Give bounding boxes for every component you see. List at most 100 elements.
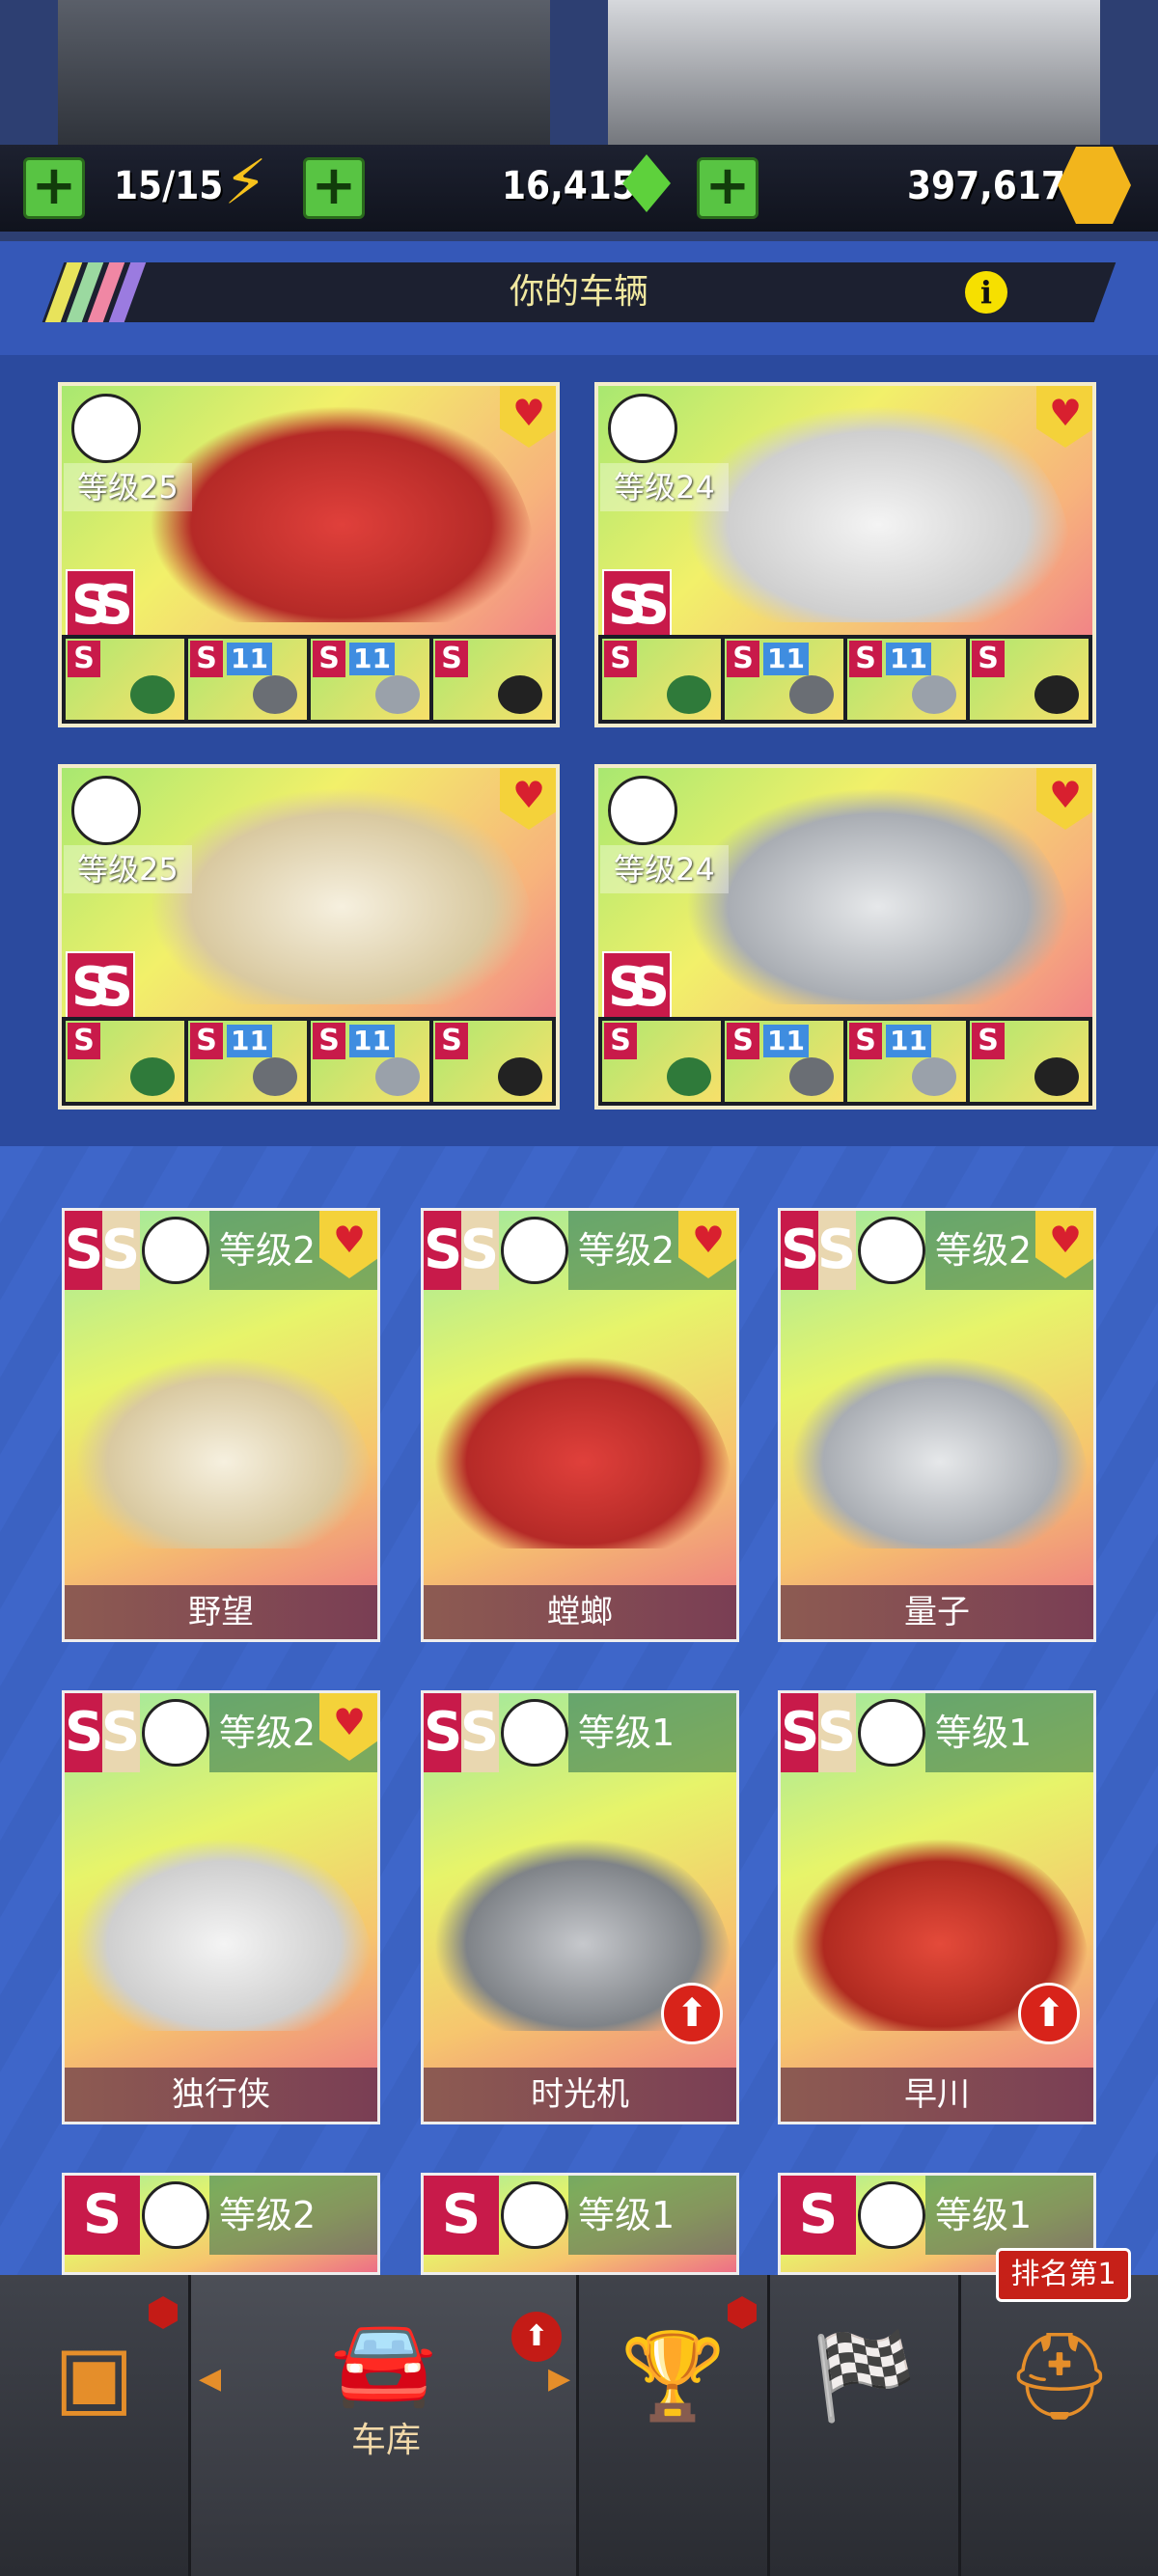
- car-image: [433, 1356, 732, 1548]
- car-level: 等级25: [64, 463, 192, 511]
- upgrade-available-icon[interactable]: ⬆: [1018, 1983, 1080, 2044]
- part-level: 11: [227, 643, 272, 675]
- car-card[interactable]: SS 等级2 ♥ 量子: [778, 1208, 1096, 1642]
- heart-icon: ♥: [1048, 392, 1083, 434]
- part-tires[interactable]: S: [433, 639, 552, 720]
- featured-car-card[interactable]: 等级24 ♥ SS S S 11 S 11 S: [594, 764, 1096, 1110]
- part-turbo[interactable]: S: [66, 1021, 184, 1102]
- car-level: 等级25: [64, 845, 192, 893]
- garage-car-icon: 🚘: [330, 2312, 437, 2411]
- heart-icon: ♥: [332, 1701, 367, 1743]
- tier-badge: SS: [424, 1211, 499, 1290]
- add-energy-button[interactable]: +: [23, 157, 85, 219]
- part-engine[interactable]: S 11: [725, 1021, 843, 1102]
- tier-badge: SS: [66, 951, 135, 1021]
- car-card[interactable]: SS 等级2 ♥ 野望: [62, 1208, 380, 1642]
- suspension-icon: [375, 1057, 420, 1096]
- car-image: [74, 1838, 373, 2031]
- tier-badge: SS: [66, 569, 135, 639]
- car-card[interactable]: S 等级2: [62, 2173, 380, 2275]
- tier-badge: SS: [781, 1211, 856, 1290]
- horse-icon: [501, 2181, 568, 2249]
- favorite-badge[interactable]: ♥: [1036, 768, 1092, 830]
- nav-tab-profile[interactable]: ⛑: [961, 2275, 1158, 2576]
- coins-value: 397,617: [907, 164, 1065, 208]
- car-name: 野望: [65, 1585, 377, 1639]
- featured-car-card[interactable]: 等级25 ♥ SS S S 11 S 11 S: [58, 764, 560, 1110]
- part-engine[interactable]: S 11: [725, 639, 843, 720]
- nav-tab-race[interactable]: 🏁: [770, 2275, 961, 2576]
- part-tier: S: [313, 641, 345, 677]
- promo-image-car[interactable]: [608, 0, 1100, 159]
- heart-icon: ♥: [511, 392, 546, 434]
- info-icon[interactable]: i: [965, 271, 1007, 314]
- part-tier: S: [849, 641, 882, 677]
- nav-tab-shop[interactable]: ▣: [0, 2275, 191, 2576]
- tier-badge: SS: [65, 1211, 140, 1290]
- tier-badge: S: [424, 2176, 499, 2255]
- part-tier: S: [435, 1023, 468, 1059]
- part-suspension[interactable]: S 11: [847, 639, 966, 720]
- heart-icon: ♥: [332, 1219, 367, 1261]
- car-name: 量子: [781, 1585, 1093, 1639]
- car-card[interactable]: SS 等级1 ⬆ 时光机: [421, 1690, 739, 2124]
- car-card[interactable]: SS 等级1 ⬆ 早川: [778, 1690, 1096, 2124]
- heart-icon: ♥: [1048, 774, 1083, 816]
- car-card[interactable]: SS 等级2 ♥ 独行侠: [62, 1690, 380, 2124]
- tier-badge: SS: [65, 1693, 140, 1772]
- favorite-badge[interactable]: ♥: [1036, 386, 1092, 448]
- car-card[interactable]: S 等级1: [421, 2173, 739, 2275]
- part-level: 11: [227, 1025, 272, 1057]
- tire-icon: [498, 675, 542, 714]
- chevron-right-icon[interactable]: ▶: [548, 2362, 570, 2396]
- tier-badge: SS: [602, 569, 672, 639]
- favorite-badge[interactable]: ♥: [500, 768, 556, 830]
- part-tier: S: [604, 1023, 637, 1059]
- featured-car-card[interactable]: 等级25 ♥ SS S S 11 S 11 S: [58, 382, 560, 727]
- car-level: 等级1: [568, 2176, 736, 2255]
- car-image: [685, 405, 1071, 622]
- car-card[interactable]: SS 等级2 ♥ 螳螂: [421, 1208, 739, 1642]
- energy-value: 15/15: [114, 164, 224, 208]
- suspension-icon: [912, 1057, 956, 1096]
- nav-tab-label: 车库: [350, 2421, 421, 2460]
- part-turbo[interactable]: S: [602, 639, 721, 720]
- part-level: 11: [763, 1025, 809, 1057]
- part-engine[interactable]: S 11: [188, 639, 307, 720]
- add-coins-button[interactable]: +: [697, 157, 758, 219]
- parts-row: S S 11 S 11 S: [598, 635, 1092, 724]
- part-tires[interactable]: S: [433, 1021, 552, 1102]
- part-tier: S: [313, 1023, 345, 1059]
- part-suspension[interactable]: S 11: [311, 639, 429, 720]
- promo-image-parts[interactable]: [58, 0, 550, 159]
- car-image: [149, 787, 535, 1004]
- part-engine[interactable]: S 11: [188, 1021, 307, 1102]
- part-tier: S: [849, 1023, 882, 1059]
- crown-icon: [501, 1699, 568, 1767]
- part-turbo[interactable]: S: [602, 1021, 721, 1102]
- part-turbo[interactable]: S: [66, 639, 184, 720]
- suspension-icon: [912, 675, 956, 714]
- part-tires[interactable]: S: [970, 1021, 1089, 1102]
- favorite-badge[interactable]: ♥: [500, 386, 556, 448]
- turbo-icon: [130, 675, 175, 714]
- road-icon: [858, 1699, 925, 1767]
- turbo-icon: [667, 1057, 711, 1096]
- featured-car-card[interactable]: 等级24 ♥ SS S S 11 S 11 S: [594, 382, 1096, 727]
- nav-tab-events[interactable]: 🏆: [579, 2275, 770, 2576]
- car-image: [149, 405, 535, 622]
- part-suspension[interactable]: S 11: [311, 1021, 429, 1102]
- part-level: 11: [349, 1025, 395, 1057]
- part-suspension[interactable]: S 11: [847, 1021, 966, 1102]
- upgrade-available-icon[interactable]: ⬆: [661, 1983, 723, 2044]
- part-tier: S: [604, 641, 637, 677]
- part-level: 11: [349, 643, 395, 675]
- road-icon: [71, 394, 141, 463]
- add-gems-button[interactable]: +: [303, 157, 365, 219]
- chevron-left-icon[interactable]: ◀: [199, 2362, 221, 2396]
- car-level: 等级24: [600, 845, 729, 893]
- part-tires[interactable]: S: [970, 639, 1089, 720]
- crown-icon: [858, 1217, 925, 1284]
- tier-badge: SS: [602, 951, 672, 1021]
- part-level: 11: [763, 643, 809, 675]
